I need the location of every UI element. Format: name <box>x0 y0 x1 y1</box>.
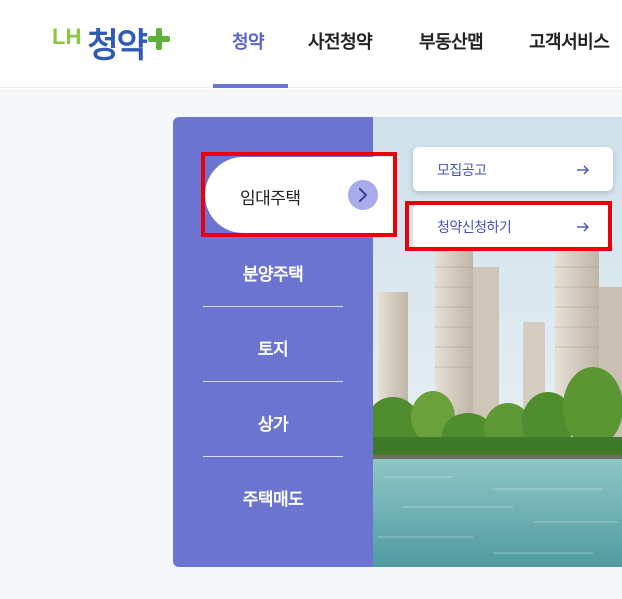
nav-active-indicator <box>213 84 288 88</box>
site-header: LH 청약 청약 사전청약 부동산맵 고객서비스 <box>0 0 622 88</box>
nav-item-pre-subscription[interactable]: 사전청약 <box>308 28 373 54</box>
logo-prefix: LH <box>52 24 82 49</box>
menu-item-commercial[interactable]: 상가 <box>203 410 343 435</box>
plus-icon <box>147 28 170 50</box>
nav-item-cheongyak[interactable]: 청약 <box>232 28 265 54</box>
menu-divider <box>203 381 343 382</box>
nav-item-customer-service[interactable]: 고객서비스 <box>529 28 610 54</box>
arrow-right-icon <box>577 165 589 175</box>
nav-item-real-estate-map[interactable]: 부동산맵 <box>419 28 484 54</box>
menu-divider <box>203 456 343 457</box>
submenu-item-announcement-label: 모집공고 <box>437 163 487 179</box>
lh-logo[interactable]: LH 청약 <box>52 14 170 70</box>
menu-divider <box>203 306 343 307</box>
highlight-box-apply <box>405 201 612 251</box>
logo-name: 청약 <box>87 25 148 66</box>
highlight-box-rental-housing <box>201 152 397 237</box>
menu-item-house-sale[interactable]: 주택매도 <box>203 485 343 510</box>
menu-item-land[interactable]: 토지 <box>203 335 343 360</box>
menu-item-sale-housing[interactable]: 분양주택 <box>203 260 343 285</box>
